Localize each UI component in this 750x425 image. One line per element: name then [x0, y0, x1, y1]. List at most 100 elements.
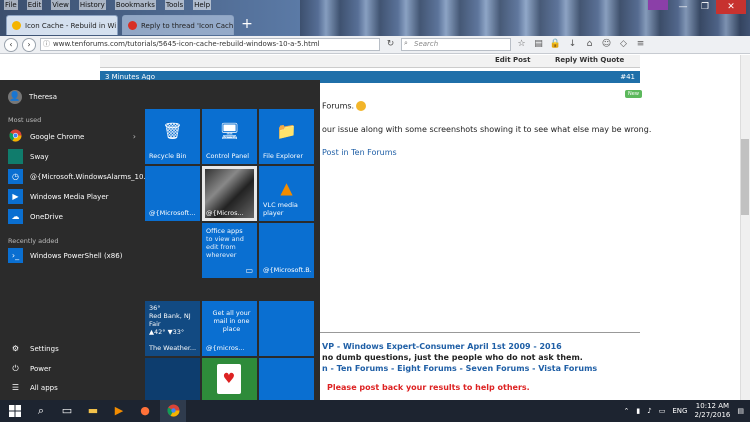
app-google-chrome[interactable]: Google Chrome › [8, 129, 136, 144]
show-hidden-icon[interactable]: ⌃ [624, 407, 630, 415]
recently-added-heading: Recently added [8, 237, 59, 245]
back-button[interactable]: ‹ [4, 37, 18, 52]
page-scrollbar[interactable] [740, 55, 750, 400]
chrome-icon [8, 129, 23, 144]
tile-blank[interactable] [259, 301, 314, 356]
edit-post-link[interactable]: Edit Post [495, 56, 530, 64]
search-icon[interactable]: ⌕ [28, 400, 54, 422]
all-apps-button[interactable]: ☰ All apps [8, 380, 136, 395]
reload-icon[interactable]: ↻ [384, 38, 397, 51]
menu-help[interactable]: Help [193, 0, 212, 10]
weather-condition: Fair [149, 320, 161, 328]
post-number[interactable]: #41 [620, 71, 635, 83]
tile-blank-2[interactable] [259, 358, 314, 400]
notifications-icon[interactable]: ▤ [737, 407, 744, 415]
menu-file[interactable]: File [4, 0, 18, 10]
tile-label: Recycle Bin [149, 152, 187, 160]
weather-temp: 36° [149, 304, 161, 312]
folder-icon: 📁 [276, 121, 297, 141]
app-label: Windows PowerShell (x86) [30, 251, 123, 260]
user-account[interactable]: 👤 Theresa [8, 90, 57, 104]
tile-photos[interactable]: @{Micros... [202, 166, 257, 221]
lock-icon[interactable]: 🔒 [549, 38, 562, 51]
tile-weather[interactable]: 36° Red Bank, NJ Fair ▲42° ▼33° The Weat… [145, 301, 200, 356]
tile-microsoft-app[interactable]: @{Microsoft... [145, 166, 200, 221]
start-button[interactable] [2, 400, 28, 422]
menu-edit[interactable]: Edit [26, 0, 43, 10]
forward-button[interactable]: › [22, 37, 36, 52]
tab-icon-cache[interactable]: Icon Cache - Rebuild in Wi... ✕ [6, 15, 118, 35]
tab-title: Reply to thread 'Icon Cache... [141, 21, 234, 30]
tile-microsoft-b[interactable]: @{Microsoft.B... [259, 223, 314, 278]
close-window-button[interactable]: ✕ [716, 0, 746, 14]
weather-location: Red Bank, NJ [149, 312, 191, 320]
chevron-right-icon[interactable]: › [133, 132, 136, 141]
download-icon[interactable]: ↓ [566, 38, 579, 51]
app-label: Windows Media Player [30, 192, 109, 201]
search-input[interactable]: Search [401, 38, 511, 51]
app-label: Settings [30, 344, 59, 353]
maximize-button[interactable]: ❐ [694, 0, 716, 14]
signature-divider [320, 332, 640, 333]
signature-links[interactable]: n - Ten Forums - Eight Forums - Seven Fo… [322, 364, 597, 373]
tile-office-apps[interactable]: Office apps to view and edit from wherev… [202, 223, 257, 278]
tile-mail[interactable]: Get all your mail in one place @{micros.… [202, 301, 257, 356]
menu-history[interactable]: History [78, 0, 106, 10]
reply-with-quote-link[interactable]: Reply With Quote [555, 56, 624, 64]
app-onedrive[interactable]: ☁ OneDrive [8, 209, 136, 224]
tab-title: Icon Cache - Rebuild in Wi... [25, 21, 118, 30]
alarms-icon: ◷ [8, 169, 23, 184]
chat-icon[interactable]: ☺ [600, 38, 613, 51]
reader-icon[interactable]: ▤ [532, 38, 545, 51]
home-icon[interactable]: ⌂ [583, 38, 596, 51]
power-button[interactable]: ⏻ Power [8, 361, 136, 376]
app-powershell[interactable]: ›_ Windows PowerShell (x86) [8, 248, 136, 263]
taskbar: ⌕ ▭ ▬ ▶ ● ⌃ ▮ ♪ ▭ ENG 10:12 AM 2/27/2016… [0, 400, 750, 422]
smiley-icon [356, 101, 367, 111]
new-tab-button[interactable]: + [238, 15, 256, 35]
tile-vlc[interactable]: ▲ VLC media player [259, 166, 314, 221]
language-indicator[interactable]: ENG [672, 407, 687, 415]
settings-button[interactable]: ⚙ Settings [8, 341, 136, 356]
app-label: OneDrive [30, 212, 63, 221]
post-link[interactable]: Post in Ten Forums [322, 148, 397, 157]
menu-bookmarks[interactable]: Bookmarks [114, 0, 156, 10]
tile-solitaire[interactable]: ♥ [202, 358, 257, 400]
app-windows-media-player[interactable]: ▶ Windows Media Player [8, 189, 136, 204]
pocket-icon[interactable]: ◇ [617, 38, 630, 51]
chrome-taskbar-icon[interactable] [160, 400, 186, 422]
task-view-icon[interactable]: ▭ [54, 400, 80, 422]
app-sway[interactable]: Sway [8, 149, 136, 164]
weather-info: 36° Red Bank, NJ Fair ▲42° ▼33° [149, 304, 191, 336]
extension-badge[interactable] [648, 0, 668, 10]
minimize-button[interactable]: — [672, 0, 694, 14]
app-label: Power [30, 364, 52, 373]
sway-icon [8, 149, 23, 164]
file-explorer-icon[interactable]: ▬ [80, 400, 106, 422]
app-alarms[interactable]: ◷ @{Microsoft.WindowsAlarms_10... [8, 169, 150, 184]
url-bar[interactable]: www.tenforums.com/tutorials/5645-icon-ca… [40, 38, 380, 51]
menu-tools[interactable]: Tools [164, 0, 185, 10]
volume-icon[interactable]: ♪ [647, 407, 651, 415]
scrollbar-thumb[interactable] [741, 139, 749, 215]
chrome-icon [166, 404, 179, 417]
post-actions-bar: Edit Post Reply With Quote [100, 55, 640, 68]
all-apps-icon: ☰ [11, 383, 20, 392]
network-icon[interactable]: ▮ [636, 407, 640, 415]
clock[interactable]: 10:12 AM 2/27/2016 [694, 402, 730, 420]
user-name: Theresa [29, 93, 57, 101]
tile-file-explorer[interactable]: 📁 File Explorer [259, 109, 314, 164]
recycle-bin-icon: 🗑 [162, 121, 183, 141]
menu-icon[interactable]: ≡ [634, 38, 647, 51]
menu-view[interactable]: View [51, 0, 70, 10]
power-icon: ⏻ [12, 364, 19, 373]
star-icon[interactable]: ☆ [515, 38, 528, 51]
battery-icon[interactable]: ▭ [659, 407, 666, 415]
firefox-icon[interactable]: ● [132, 400, 158, 422]
media-icon[interactable]: ▶ [106, 400, 132, 422]
tile-control-panel[interactable]: 🖥 Control Panel [202, 109, 257, 164]
media-player-icon: ▶ [8, 189, 23, 204]
tab-reply-thread[interactable]: Reply to thread 'Icon Cache... ✕ [122, 15, 234, 35]
tile-dark[interactable] [145, 358, 200, 400]
tile-recycle-bin[interactable]: 🗑 Recycle Bin [145, 109, 200, 164]
